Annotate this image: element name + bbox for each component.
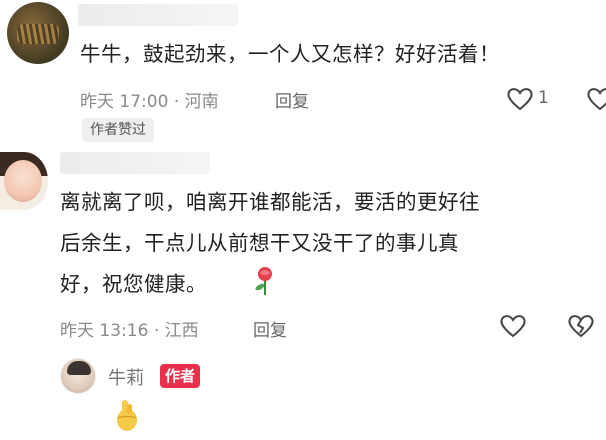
- author-avatar[interactable]: [60, 358, 96, 394]
- hand-emoji: [117, 400, 137, 431]
- broken-heart-icon[interactable]: [586, 86, 606, 112]
- comment-text: 牛牛，鼓起劲来，一个人又怎样？好好活着！: [80, 42, 500, 66]
- meta-separator: ·: [153, 321, 160, 341]
- heart-outline-icon[interactable]: [499, 313, 527, 339]
- avatar-face: [4, 160, 42, 202]
- author-liked-badge: 作者赞过: [82, 118, 154, 142]
- like-count: 1: [538, 88, 549, 108]
- comment-meta: 昨天 13:16 · 江西: [60, 316, 199, 341]
- commenter-name-blurred: [78, 4, 238, 26]
- author-name[interactable]: 牛莉: [108, 364, 144, 390]
- reply-button[interactable]: 回复: [275, 87, 309, 112]
- comment-text-line: 好，祝您健康。: [60, 272, 207, 296]
- rose-emoji: [255, 267, 272, 295]
- comment-location: 河南: [184, 92, 219, 112]
- broken-heart-icon[interactable]: [567, 313, 595, 339]
- comment-location: 江西: [164, 321, 199, 341]
- commenter-avatar[interactable]: [0, 152, 48, 210]
- comment-meta: 昨天 17:00 · 河南: [80, 87, 219, 112]
- heart-outline-icon[interactable]: [506, 86, 534, 112]
- comment-thread: 牛牛，鼓起劲来，一个人又怎样？好好活着！ 昨天 17:00 · 河南 回复 1 …: [0, 0, 606, 440]
- comment-text-line: 离就离了呗，咱离开谁都能活，要活的更好往: [60, 190, 480, 214]
- comment-time: 昨天 13:16: [60, 321, 149, 341]
- comment-time: 昨天 17:00: [80, 92, 169, 112]
- author-tag: 作者: [160, 364, 201, 388]
- commenter-name-blurred: [60, 152, 210, 174]
- reply-button[interactable]: 回复: [253, 316, 287, 341]
- comment-text-line: 后余生，干点儿从前想干又没干了的事儿真: [60, 231, 459, 255]
- meta-separator: ·: [173, 92, 180, 112]
- commenter-avatar[interactable]: [7, 2, 69, 64]
